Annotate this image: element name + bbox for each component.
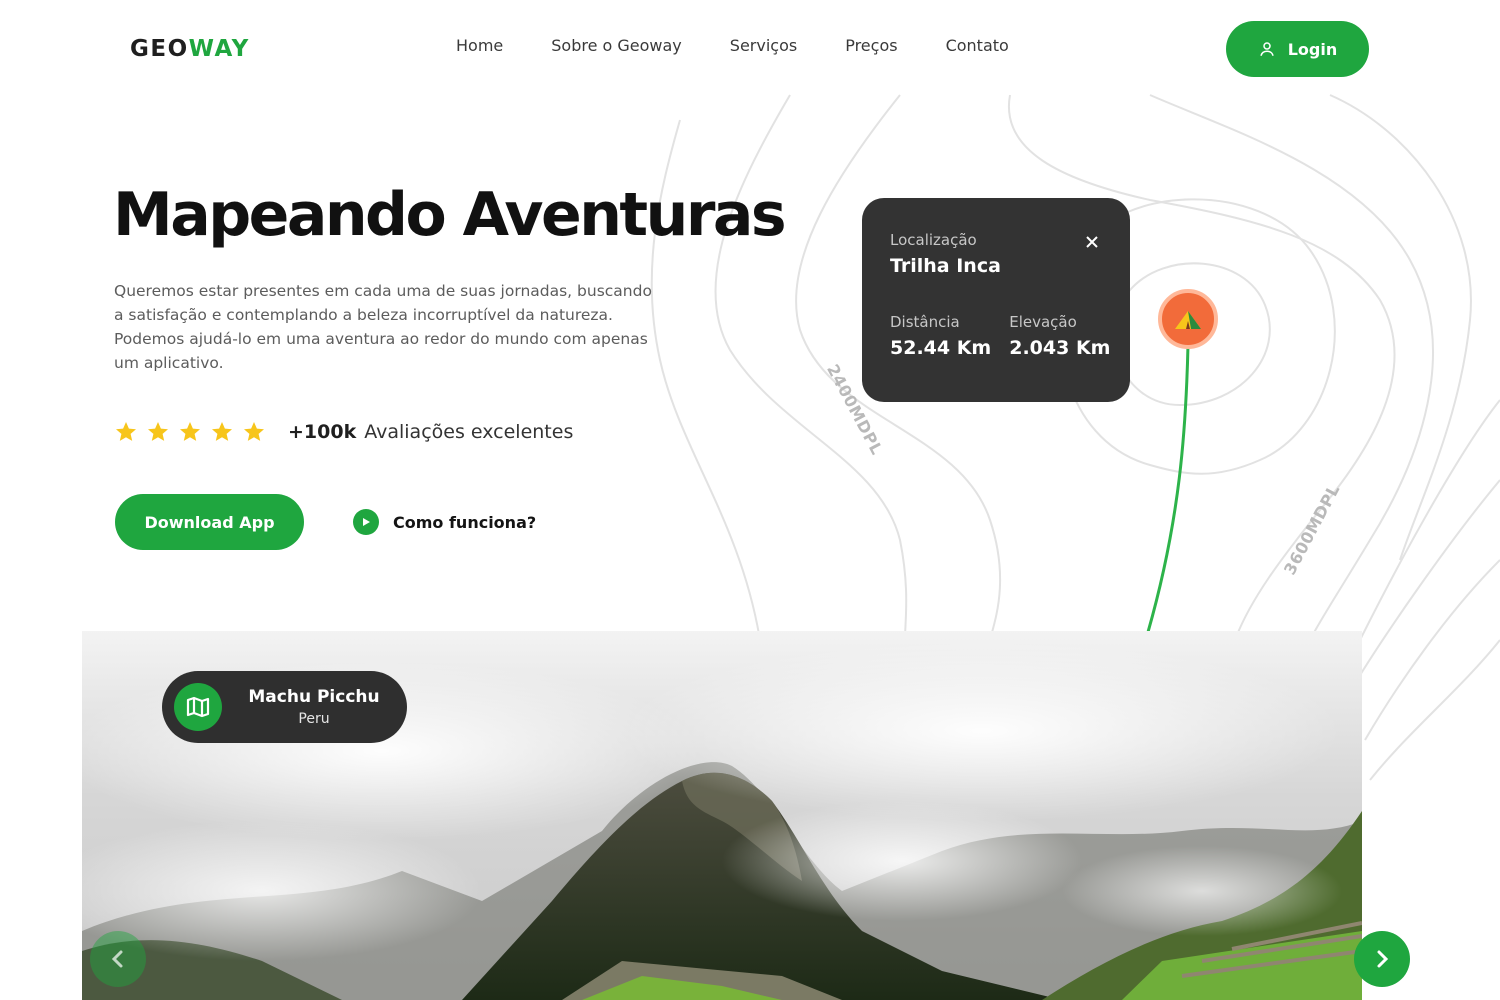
logo-text-accent: WAY xyxy=(188,36,250,62)
destination-country: Peru xyxy=(298,711,330,727)
login-label: Login xyxy=(1287,39,1338,59)
download-app-button[interactable]: Download App xyxy=(115,494,304,550)
location-name: Trilha Inca xyxy=(890,255,1001,277)
hero-description: Queremos estar presentes em cada uma de … xyxy=(114,282,652,372)
star-icon xyxy=(212,422,232,441)
close-icon[interactable] xyxy=(1084,234,1100,250)
brand-logo[interactable]: GEOWAY xyxy=(130,36,250,62)
location-info-card: Localização Trilha Inca Distância 52.44 … xyxy=(862,198,1130,402)
location-label: Localização xyxy=(890,231,977,249)
distance-label: Distância xyxy=(890,313,960,331)
destination-pill[interactable]: Machu Picchu Peru xyxy=(162,671,407,743)
rating-count: +100k xyxy=(288,421,357,443)
rating-label: Avaliações excelentes xyxy=(364,421,574,443)
map-icon xyxy=(174,683,222,731)
play-icon xyxy=(353,509,379,535)
distance-value: 52.44 Km xyxy=(890,337,992,359)
elevation-stat: Elevação 2.043 Km xyxy=(1009,313,1110,359)
elevation-label: Elevação xyxy=(1009,313,1077,331)
nav-home[interactable]: Home xyxy=(456,36,503,55)
nav-about[interactable]: Sobre o Geoway xyxy=(551,36,682,55)
nav-services[interactable]: Serviços xyxy=(730,36,797,55)
main-nav: Home Sobre o Geoway Serviços Preços Cont… xyxy=(456,36,1009,55)
destination-name: Machu Picchu xyxy=(248,687,380,707)
star-icon xyxy=(244,422,264,441)
how-it-works-label: Como funciona? xyxy=(393,512,537,532)
carousel-prev-button[interactable] xyxy=(90,931,146,987)
star-icon xyxy=(148,422,168,441)
distance-stat: Distância 52.44 Km xyxy=(890,313,991,359)
elevation-value: 2.043 Km xyxy=(1009,337,1111,359)
logo-text-primary: GEO xyxy=(130,36,189,62)
star-icon xyxy=(180,422,200,441)
nav-pricing[interactable]: Preços xyxy=(845,36,897,55)
map-marker[interactable] xyxy=(1158,289,1218,349)
user-icon xyxy=(1260,42,1274,56)
nav-contact[interactable]: Contato xyxy=(946,36,1009,55)
carousel-next-button[interactable] xyxy=(1354,931,1410,987)
chevron-left-icon xyxy=(111,950,123,968)
hero-title: Mapeando Aventuras xyxy=(113,180,787,250)
rating: +100k Avaliações excelentes xyxy=(114,420,573,444)
camp-icon xyxy=(1175,311,1201,329)
rating-stars xyxy=(114,420,266,444)
how-it-works-link[interactable]: Como funciona? xyxy=(353,509,536,535)
trail-stats: Distância 52.44 Km Elevação 2.043 Km xyxy=(890,313,1110,359)
star-icon xyxy=(116,422,136,441)
login-button[interactable]: Login xyxy=(1226,21,1369,77)
chevron-right-icon xyxy=(1377,950,1389,968)
destination-text: Machu Picchu Peru xyxy=(234,687,394,727)
